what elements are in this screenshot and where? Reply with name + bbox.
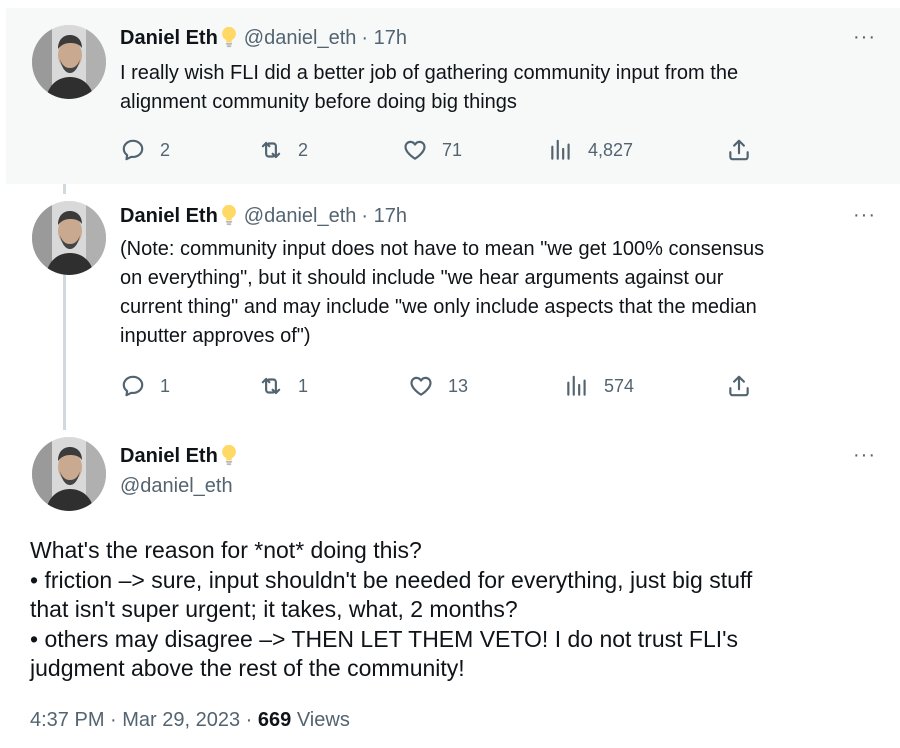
tweet-text-line: alignment community before doing big thi… [120,91,517,113]
share-button[interactable] [726,373,766,399]
tweet-header: Daniel Eth [120,444,244,468]
share-icon [726,137,752,163]
like-count: 71 [442,139,463,160]
action-bar: 1 1 13 574 [120,373,780,403]
tweet-text: I really wish FLI did a better job of ga… [120,59,880,117]
like-button[interactable]: 13 [408,373,468,399]
avatar-image [32,201,106,275]
retweet-count: 1 [298,375,309,396]
tweet-header: Daniel Eth @daniel_eth · 17h [120,26,407,50]
share-icon [726,373,752,399]
like-icon [408,373,434,399]
author-handle[interactable]: @daniel_eth [244,27,357,49]
author-handle[interactable]: @daniel_eth [244,205,357,227]
lightbulb-icon [220,444,238,466]
tweet-text-line: that isn't super urgent; it takes, what,… [30,596,518,622]
author-name[interactable]: Daniel Eth [120,205,218,227]
retweet-icon [258,373,284,399]
author-handle-row: @daniel_eth [120,475,233,498]
tweet-meta: 4:37 PM · Mar 29, 2023 · 669 Views [30,709,350,732]
tweet-text-line: current thing" and may include "we only … [120,296,757,318]
more-icon[interactable]: ··· [853,26,876,49]
reply-button[interactable]: 2 [120,137,170,163]
tweet-text: (Note: community input does not have to … [120,235,880,351]
tweet[interactable]: Daniel Eth @daniel_eth · 17h ··· I really … [6,8,900,184]
tweet-header: Daniel Eth @daniel_eth · 17h [120,204,407,228]
tweet-text-line: • others may disagree –> THEN LET THEM V… [30,625,739,652]
avatar-image [32,25,106,99]
views-count: 669 [257,709,292,731]
views-label: Views [296,709,350,731]
views-icon [548,137,574,163]
more-icon[interactable]: ··· [853,204,876,227]
main-tweet: Daniel Eth @daniel_eth ··· What's the re… [6,424,900,748]
tweet-time[interactable]: · 17h [361,27,407,49]
reply-icon [120,137,146,163]
retweet-button[interactable]: 1 [258,373,308,399]
more-icon[interactable]: ··· [853,444,876,467]
author-name[interactable]: Daniel Eth [120,27,218,49]
avatar-image [32,437,106,511]
like-icon [402,137,428,163]
tweet-text-line: (Note: community input does not have to … [120,238,765,260]
avatar[interactable] [32,437,106,511]
lightbulb-icon [220,204,238,226]
author-handle[interactable]: @daniel_eth [120,475,233,497]
tweet-text-line: judgment above the rest of the community… [30,655,465,681]
tweet-text-line: inputter approves of") [120,325,311,347]
main-tweet-text: What's the reason for *not* doing this? … [30,536,890,684]
views-button[interactable]: 4,827 [548,137,633,163]
tweet[interactable]: Daniel Eth @daniel_eth · 17h ··· (Note: co… [6,184,900,424]
tweet-text-line: What's the reason for *not* doing this? [30,537,422,563]
like-button[interactable]: 71 [402,137,462,163]
reply-button[interactable]: 1 [120,373,170,399]
retweet-count: 2 [298,139,309,160]
author-name[interactable]: Daniel Eth [120,445,218,467]
reply-count: 2 [160,139,171,160]
tweet-time[interactable]: · 17h [361,205,407,227]
lightbulb-icon [220,26,238,48]
reply-count: 1 [160,375,171,396]
tweet-text-line: I really wish FLI did a better job of ga… [120,62,739,84]
action-bar: 2 2 71 4,827 [120,137,780,167]
retweet-button[interactable]: 2 [258,137,308,163]
share-button[interactable] [726,137,766,163]
timestamp[interactable]: 4:37 PM · Mar 29, 2023 · [30,709,252,731]
avatar[interactable] [32,201,106,275]
retweet-icon [258,137,284,163]
reply-icon [120,373,146,399]
tweet-text-line: • friction –> sure, input shouldn't be n… [30,566,753,593]
avatar[interactable] [32,25,106,99]
views-count: 574 [604,375,635,396]
views-count: 4,827 [588,139,634,160]
like-count: 13 [448,375,469,396]
views-button[interactable]: 574 [564,373,634,399]
views-icon [564,373,590,399]
tweet-text-line: on everything", but it should include "w… [120,267,724,289]
